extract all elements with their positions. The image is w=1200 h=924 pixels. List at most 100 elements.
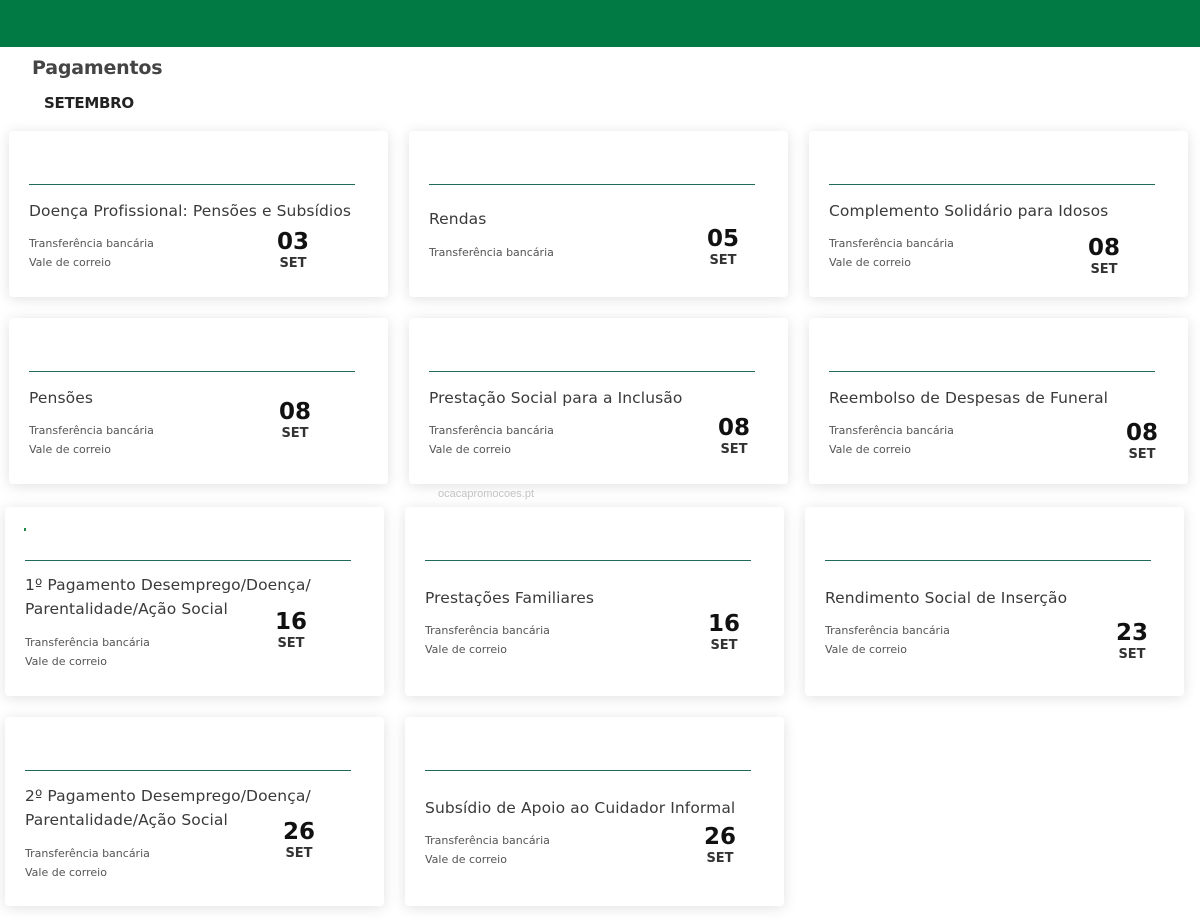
payment-month: SET (1118, 647, 1146, 662)
card-title: Subsídio de Apoio ao Cuidador Informal (425, 799, 736, 817)
page-title: Pagamentos (32, 57, 163, 79)
payment-card[interactable]: 1º Pagamento Desemprego/Doença/ Parental… (5, 507, 384, 696)
payment-month: SET (1090, 262, 1118, 277)
payment-month: SET (285, 846, 313, 861)
method-bank-transfer: Transferência bancária (429, 424, 554, 437)
payment-methods: Transferência bancária Vale de correio (25, 844, 150, 882)
method-bank-transfer: Transferência bancária (29, 424, 154, 437)
payment-card[interactable]: Reembolso de Despesas de Funeral Transfe… (809, 318, 1188, 484)
top-header-bar (0, 0, 1200, 47)
payment-date: 16 SET (699, 611, 749, 654)
payment-month: SET (1128, 447, 1156, 462)
payment-date: 23 SET (1107, 620, 1157, 663)
method-postal-order: Vale de correio (425, 853, 507, 866)
payment-date: 08 SET (709, 415, 759, 458)
payment-methods: Transferência bancária Vale de correio (829, 421, 954, 459)
payment-day: 05 (706, 226, 739, 252)
payment-methods: Transferência bancária Vale de correio (25, 633, 150, 671)
card-divider (29, 184, 355, 185)
payment-date: 26 SET (695, 824, 745, 867)
method-postal-order: Vale de correio (25, 655, 107, 668)
method-postal-order: Vale de correio (829, 256, 911, 269)
payment-month: SET (709, 253, 737, 268)
card-title: Complemento Solidário para Idosos (829, 202, 1109, 220)
card-divider (825, 560, 1151, 561)
card-title: Pensões (29, 389, 94, 407)
payment-month: SET (277, 636, 305, 651)
payment-day: 26 (282, 819, 315, 845)
payment-month: SET (279, 256, 307, 271)
card-title: Rendas (429, 210, 487, 228)
card-divider (829, 371, 1155, 372)
card-title-line: Parentalidade/Ação Social (25, 811, 228, 829)
method-postal-order: Vale de correio (829, 443, 911, 456)
payment-day: 08 (278, 399, 311, 425)
payment-date: 03 SET (268, 229, 318, 272)
method-postal-order: Vale de correio (425, 643, 507, 656)
method-postal-order: Vale de correio (825, 643, 907, 656)
card-divider (425, 560, 751, 561)
payment-card[interactable]: Complemento Solidário para Idosos Transf… (809, 131, 1188, 297)
payment-date: 08 SET (1079, 235, 1129, 278)
payment-methods: Transferência bancária Vale de correio (429, 421, 554, 459)
payment-day: 08 (717, 415, 750, 441)
payment-date: 08 SET (1117, 420, 1167, 463)
method-bank-transfer: Transferência bancária (425, 834, 550, 847)
payment-day: 23 (1115, 620, 1148, 646)
card-title-line: 1º Pagamento Desemprego/Doença/ (25, 576, 311, 594)
method-bank-transfer: Transferência bancária (829, 424, 954, 437)
method-postal-order: Vale de correio (429, 443, 511, 456)
month-label: SETEMBRO (44, 94, 134, 112)
payment-card[interactable]: Prestação Social para a Inclusão Transfe… (409, 318, 788, 484)
payment-methods: Transferência bancária Vale de correio (829, 234, 954, 272)
payment-date: 26 SET (274, 819, 324, 862)
card-title: Reembolso de Despesas de Funeral (829, 389, 1109, 407)
method-bank-transfer: Transferência bancária (25, 636, 150, 649)
card-title: Prestações Familiares (425, 589, 595, 607)
card-divider (25, 560, 351, 561)
payment-day: 08 (1087, 235, 1120, 261)
payment-month: SET (706, 851, 734, 866)
payment-methods: Transferência bancária Vale de correio (29, 234, 154, 272)
payment-date: 16 SET (266, 609, 316, 652)
method-postal-order: Vale de correio (29, 443, 111, 456)
card-divider (25, 770, 351, 771)
card-title: Rendimento Social de Inserção (825, 589, 1068, 607)
method-bank-transfer: Transferência bancária (29, 237, 154, 250)
method-bank-transfer: Transferência bancária (425, 624, 550, 637)
card-divider (429, 371, 755, 372)
card-divider (429, 184, 755, 185)
payment-card[interactable]: Subsídio de Apoio ao Cuidador Informal T… (405, 717, 784, 906)
payment-methods: Transferência bancária Vale de correio (29, 421, 154, 459)
payment-methods: Transferência bancária (429, 243, 554, 262)
card-title: Doença Profissional: Pensões e Subsídios (29, 202, 352, 220)
method-bank-transfer: Transferência bancária (429, 246, 554, 259)
payment-day: 26 (703, 824, 736, 850)
payment-card[interactable]: Rendas Transferência bancária 05 SET (409, 131, 788, 297)
payment-card[interactable]: Doença Profissional: Pensões e Subsídios… (9, 131, 388, 297)
payment-card[interactable]: Prestações Familiares Transferência banc… (405, 507, 784, 696)
card-title: Prestação Social para a Inclusão (429, 389, 683, 407)
payment-month: SET (281, 426, 309, 441)
method-postal-order: Vale de correio (29, 256, 111, 269)
payment-methods: Transferência bancária Vale de correio (425, 621, 550, 659)
method-bank-transfer: Transferência bancária (825, 624, 950, 637)
payment-card[interactable]: Pensões Transferência bancária Vale de c… (9, 318, 388, 484)
method-bank-transfer: Transferência bancária (829, 237, 954, 250)
payment-methods: Transferência bancária Vale de correio (825, 621, 950, 659)
method-postal-order: Vale de correio (25, 866, 107, 879)
watermark: ocacapromocoes.pt (438, 488, 534, 500)
card-title: 2º Pagamento Desemprego/Doença/ Parental… (25, 784, 311, 832)
payment-month: SET (710, 638, 738, 653)
payment-day: 16 (707, 611, 740, 637)
method-bank-transfer: Transferência bancária (25, 847, 150, 860)
card-title-line: 2º Pagamento Desemprego/Doença/ (25, 787, 311, 805)
card-divider (425, 770, 751, 771)
payment-day: 16 (274, 609, 307, 635)
payment-date: 05 SET (698, 226, 748, 269)
payment-methods: Transferência bancária Vale de correio (425, 831, 550, 869)
payment-card[interactable]: 2º Pagamento Desemprego/Doença/ Parental… (5, 717, 384, 906)
payment-date: 08 SET (270, 399, 320, 442)
payment-card[interactable]: Rendimento Social de Inserção Transferên… (805, 507, 1184, 696)
payment-day: 03 (276, 229, 309, 255)
